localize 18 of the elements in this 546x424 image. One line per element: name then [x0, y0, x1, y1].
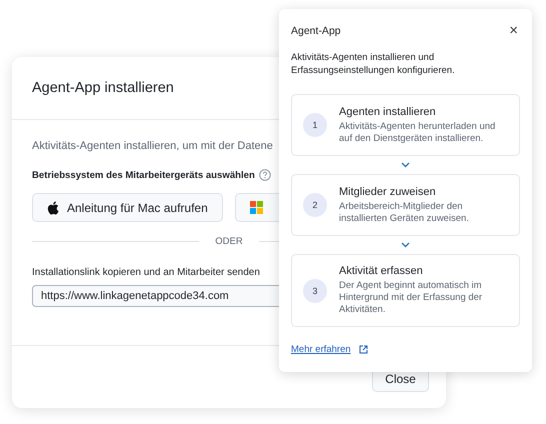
step-text: Arbeitsbereich-Mitglieder den installierten Geräten zuweisen. — [339, 200, 470, 224]
step-text: Aktivitäts-Agenten herunterladen und auf den Dienstgeräten installieren. — [339, 120, 496, 144]
os-label: Betriebssystem des Mitarbeitergeräts auswählen — [32, 170, 255, 180]
learn-more-link[interactable]: Mehr erfahren — [291, 344, 351, 355]
step-number: 1 — [303, 113, 327, 137]
dialog-title: Agent-App installieren — [32, 80, 174, 96]
step-title: Mitglieder zuweisen — [339, 186, 437, 198]
divider-label: ODER — [215, 236, 243, 247]
mac-guide-button[interactable]: Anleitung für Mac aufrufen — [32, 193, 223, 222]
step-title: Agenten installieren — [339, 106, 437, 118]
link-label: Installationslink kopieren und an Mitarbeiter senden — [32, 267, 260, 278]
popover-description: Aktivitäts-Agenten installieren und Erfassungseinstellungen konfigurieren. — [291, 51, 456, 77]
step-text: Der Agent beginnt automatisch im Hintergrund mit der Erfassung der Aktivitäten. — [339, 280, 484, 316]
intro-text: Aktivitäts-Agenten installieren, um mit der Datene — [32, 140, 273, 152]
step-number: 3 — [303, 278, 327, 302]
step-title: Aktivität erfassen — [339, 265, 424, 277]
popover-title: Agent-App — [291, 24, 341, 36]
step-number: 2 — [303, 193, 327, 217]
